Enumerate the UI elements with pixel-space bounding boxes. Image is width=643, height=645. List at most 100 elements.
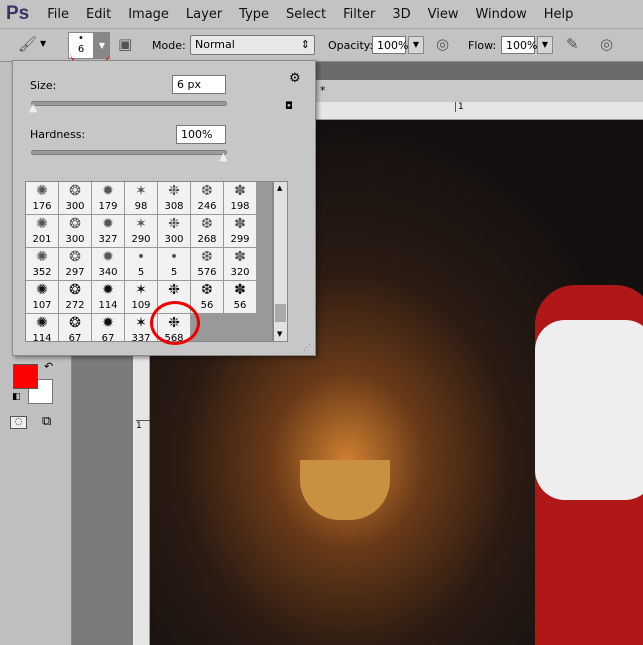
new-preset-icon[interactable]: ◘	[285, 101, 293, 112]
preset-scrollbar[interactable]: ▲ ▼	[273, 181, 288, 342]
brush-preset[interactable]: ✹ 327	[92, 215, 124, 247]
airbrush-icon[interactable]: ✎	[566, 35, 579, 53]
brush-preset[interactable]: ✽ 299	[224, 215, 256, 247]
brush-preset[interactable]: ✺ 201	[26, 215, 58, 247]
brush-size-label: 67	[101, 333, 115, 342]
screen-mode-icon[interactable]: ⧉	[42, 414, 51, 429]
menu-view[interactable]: View	[428, 7, 459, 22]
brush-size-label: 5	[137, 267, 145, 278]
flow-label: Flow:	[468, 39, 497, 52]
brush-tip-icon: ❉	[168, 282, 180, 298]
pressure-opacity-icon[interactable]: ◎	[436, 35, 449, 53]
brush-preset[interactable]: ✽ 320	[224, 248, 256, 280]
brush-preset[interactable]: ✹ 67	[92, 314, 124, 342]
brush-size-label: 114	[32, 333, 52, 342]
flow-input[interactable]: 100%	[501, 36, 537, 54]
brush-preset[interactable]: ❂ 297	[59, 248, 91, 280]
brush-preset[interactable]: ✺ 107	[26, 281, 58, 313]
hardness-slider-handle[interactable]: ▲	[219, 150, 227, 163]
brush-preset[interactable]: ❂ 272	[59, 281, 91, 313]
resize-grip[interactable]: ⋰	[303, 343, 311, 352]
brush-tip-icon: ✽	[234, 282, 246, 298]
brush-preset[interactable]: ✺ 176	[26, 182, 58, 214]
menu-edit[interactable]: Edit	[86, 7, 111, 22]
brush-preset[interactable]: ✶ 98	[125, 182, 157, 214]
menu-layer[interactable]: Layer	[186, 7, 222, 22]
brush-size-label: 109	[131, 300, 151, 311]
scrollbar-thumb[interactable]	[275, 304, 286, 322]
brush-size-label: 268	[197, 234, 217, 245]
menu-help[interactable]: Help	[544, 7, 574, 22]
menu-3d[interactable]: 3D	[392, 7, 410, 22]
brush-preset[interactable]: ❂ 300	[59, 215, 91, 247]
menu-bar: Ps File Edit Image Layer Type Select Fil…	[0, 0, 643, 28]
brush-size-label: 300	[65, 201, 85, 212]
hardness-input[interactable]: 100%	[176, 125, 226, 144]
brush-preset[interactable]: ✺ 352	[26, 248, 58, 280]
brush-preset[interactable]: ✺ 114	[26, 314, 58, 342]
photoshop-logo: Ps	[6, 3, 30, 24]
quick-mask-icon[interactable]: ◌	[10, 416, 27, 429]
size-slider-handle[interactable]: ▲	[29, 101, 37, 114]
mode-label: Mode:	[152, 39, 186, 52]
size-input[interactable]: 6 px	[172, 75, 226, 94]
menu-file[interactable]: File	[47, 7, 69, 22]
tool-preset-dropdown[interactable]: ▼	[40, 39, 46, 48]
brush-preset[interactable]: ❂ 300	[59, 182, 91, 214]
brush-tip-icon: •	[169, 249, 179, 265]
brush-preset[interactable]: ❉ 300	[158, 215, 190, 247]
brush-tip-icon: ✹	[102, 249, 114, 265]
brush-preset[interactable]: ❆ 576	[191, 248, 223, 280]
brush-preset[interactable]: • 5	[158, 248, 190, 280]
ruler-h-label: 1	[455, 102, 464, 112]
brush-size-label: 56	[233, 300, 247, 311]
brush-preset[interactable]: ❉ 308	[158, 182, 190, 214]
swap-colors-icon[interactable]: ↶	[44, 360, 53, 373]
brush-tip-icon: ❂	[69, 282, 81, 298]
brush-preset[interactable]: ✹ 114	[92, 281, 124, 313]
settings-gear-icon[interactable]: ⚙	[289, 71, 301, 86]
brush-preset[interactable]: ✽ 198	[224, 182, 256, 214]
brush-preset[interactable]: ✶ 109	[125, 281, 157, 313]
pressure-size-icon[interactable]: ◎	[600, 35, 613, 53]
brush-size-label: 114	[98, 300, 118, 311]
brush-preset[interactable]: ❆ 56	[191, 281, 223, 313]
size-slider[interactable]	[31, 101, 227, 106]
brush-size-label: 272	[65, 300, 85, 311]
brush-tip-icon: ✽	[234, 216, 246, 232]
menu-image[interactable]: Image	[128, 7, 169, 22]
brush-panel-toggle-icon[interactable]: ▣	[118, 35, 132, 53]
mode-select[interactable]: Normal ⇕	[190, 35, 315, 55]
opacity-input[interactable]: 100%	[372, 36, 408, 54]
brush-size-label: 320	[230, 267, 250, 278]
brush-tip-icon: ❂	[69, 249, 81, 265]
default-colors-icon[interactable]: ◧	[12, 392, 21, 402]
brush-tip-icon: ✶	[135, 216, 147, 232]
foreground-color-fill[interactable]	[13, 364, 38, 389]
menu-window[interactable]: Window	[475, 7, 526, 22]
brush-preset[interactable]: • 5	[125, 248, 157, 280]
brush-tool-icon[interactable]: 🖌	[18, 35, 37, 53]
brush-preset[interactable]: ✹ 179	[92, 182, 124, 214]
opacity-dropdown[interactable]: ▼	[408, 36, 424, 54]
menu-select[interactable]: Select	[286, 7, 326, 22]
menu-filter[interactable]: Filter	[343, 7, 375, 22]
brush-preset[interactable]: ✶ 290	[125, 215, 157, 247]
brush-preset[interactable]: ❆ 268	[191, 215, 223, 247]
brush-preset[interactable]: ❆ 246	[191, 182, 223, 214]
brush-preset[interactable]: ❂ 67	[59, 314, 91, 341]
brush-tip-icon: ✹	[102, 282, 114, 298]
hardness-slider[interactable]	[31, 150, 227, 155]
brush-tip-icon: ❉	[168, 216, 180, 232]
brush-preset[interactable]: ✹ 340	[92, 248, 124, 280]
brush-size-label: 300	[65, 234, 85, 245]
brush-preset[interactable]: ✽ 56	[224, 281, 256, 313]
brush-size-label: 340	[98, 267, 118, 278]
annotation-circle	[150, 301, 200, 345]
flow-dropdown[interactable]: ▼	[537, 36, 553, 54]
brush-size-label: 176	[32, 201, 52, 212]
brush-tip-icon: ❆	[201, 249, 213, 265]
brush-size-label: 297	[65, 267, 85, 278]
menu-type[interactable]: Type	[239, 7, 269, 22]
brush-tip-icon: ✺	[36, 249, 48, 265]
